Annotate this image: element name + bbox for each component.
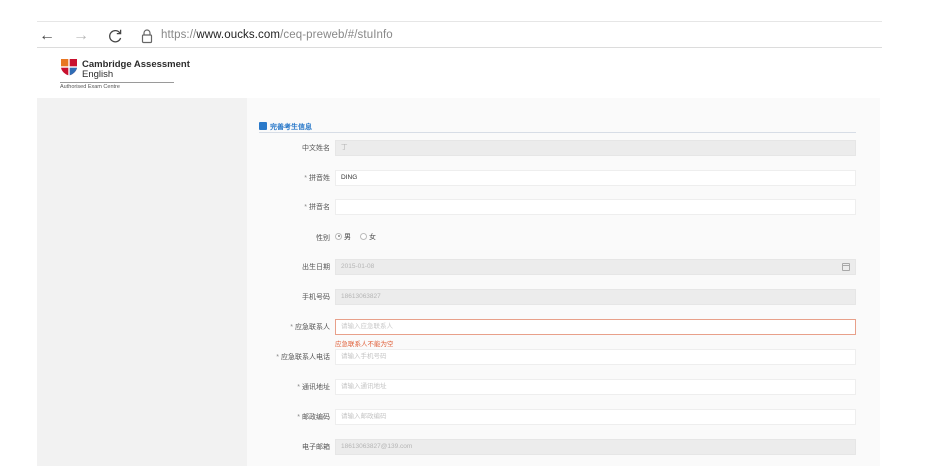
gender-radio-group: 男女 (335, 232, 385, 242)
toolbar-bottom-divider (37, 47, 882, 48)
pinyin-given-input[interactable] (335, 199, 856, 215)
reload-icon[interactable] (106, 27, 124, 45)
postcode-label: * 邮政编码 (297, 414, 330, 421)
back-icon[interactable]: ← (38, 27, 56, 45)
gender-option-male[interactable]: 男 (335, 232, 351, 241)
address-input[interactable]: 请输入通讯地址 (335, 379, 856, 395)
emergency-phone-label: * 应急联系人电话 (276, 354, 330, 361)
url-prefix: https:// (161, 29, 197, 41)
brand-tagline: Authorised Exam Centre (60, 84, 120, 90)
section-marker-icon (259, 121, 267, 130)
radio-icon[interactable] (360, 232, 367, 240)
emergency-phone-input[interactable]: 请输入手机号码 (335, 349, 856, 365)
browser-toolbar: ← → https://www.oucks.com/ceq-preweb/#/s… (0, 0, 940, 48)
form-row-mobile: 手机号码 18613063827 (247, 289, 880, 305)
brand-logo[interactable]: Cambridge Assessment English Authorised … (60, 58, 260, 94)
gender-option-female[interactable]: 女 (360, 232, 376, 241)
mobile-field: 18613063827 (335, 289, 856, 305)
section-title: 完善考生信息 (270, 123, 312, 131)
form-row-chinese-name: 中文姓名 丁 (247, 140, 880, 156)
form-row-email: 电子邮箱 18613063827@139.com (247, 439, 880, 455)
birth-date-field: 2015-01-08 (335, 259, 856, 275)
emergency-contact-label: * 应急联系人 (290, 324, 330, 331)
toolbar-top-divider (37, 21, 882, 22)
emergency-contact-input[interactable]: 请输入应急联系人 (335, 319, 856, 335)
section-divider (259, 132, 856, 133)
brand-divider (60, 82, 174, 83)
form-row-address: * 通讯地址 请输入通讯地址 (247, 379, 880, 395)
form-row-birth-date: 出生日期 2015-01-08 (247, 259, 880, 275)
forward-icon[interactable]: → (72, 27, 90, 45)
form-row-pinyin-surname: * 拼音姓 DING (247, 170, 880, 186)
mobile-label: 手机号码 (302, 294, 330, 301)
chinese-name-label: 中文姓名 (302, 145, 330, 152)
radio-selected-icon[interactable] (335, 232, 342, 240)
email-field: 18613063827@139.com (335, 439, 856, 455)
cambridge-shield-icon (60, 58, 78, 76)
lock-icon[interactable] (140, 28, 154, 44)
postcode-input[interactable]: 请输入邮政编码 (335, 409, 856, 425)
form-row-emergency-phone: * 应急联系人电话 请输入手机号码 (247, 349, 880, 365)
emergency-contact-error: 应急联系人不能为空 (335, 341, 394, 348)
form-row-postcode: * 邮政编码 请输入邮政编码 (247, 409, 880, 425)
form-row-emergency-contact: * 应急联系人 请输入应急联系人 (247, 319, 880, 335)
email-label: 电子邮箱 (302, 444, 330, 451)
birth-date-label: 出生日期 (302, 264, 330, 271)
birth-date-value: 2015-01-08 (341, 263, 375, 270)
calendar-icon (842, 263, 850, 271)
address-bar[interactable]: https://www.oucks.com/ceq-preweb/#/stuIn… (161, 29, 393, 41)
address-label: * 通讯地址 (297, 384, 330, 391)
pinyin-surname-label: * 拼音姓 (304, 175, 330, 182)
pinyin-surname-input[interactable]: DING (335, 170, 856, 186)
gender-label: 性别 (316, 235, 330, 242)
section-header: 完善考生信息 (259, 118, 312, 131)
url-host: www.oucks.com (196, 29, 281, 41)
url-path: /ceq-preweb/#/stuInfo (280, 29, 393, 41)
brand-subname: English (82, 69, 114, 80)
pinyin-given-label: * 拼音名 (304, 204, 330, 211)
form-row-gender: 性别 男女 (247, 230, 880, 246)
chinese-name-field: 丁 (335, 140, 856, 156)
form-row-pinyin-given: * 拼音名 (247, 199, 880, 215)
